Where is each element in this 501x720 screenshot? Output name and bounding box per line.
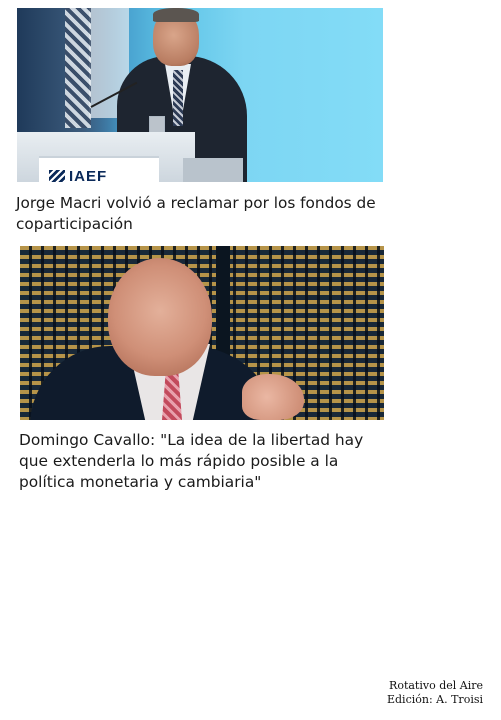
man-head bbox=[108, 258, 212, 376]
article-headline[interactable]: Domingo Cavallo: "La idea de la libertad… bbox=[19, 430, 384, 493]
credit-editor: Edición: A. Troisi bbox=[386, 693, 483, 706]
article-headline[interactable]: Jorge Macri volvió a reclamar por los fo… bbox=[16, 193, 376, 235]
article-photo[interactable]: IAEF bbox=[17, 8, 383, 182]
background-tie bbox=[65, 8, 91, 128]
speaker-hair bbox=[153, 8, 199, 22]
iaef-logo-mark-icon bbox=[49, 170, 65, 182]
credit-publication: Rotativo del Aire bbox=[389, 679, 483, 692]
speaker-tie bbox=[173, 70, 183, 126]
article-photo[interactable] bbox=[20, 246, 384, 420]
podium-side bbox=[183, 158, 243, 182]
article-domingo-cavallo[interactable]: Domingo Cavallo: "La idea de la libertad… bbox=[16, 246, 386, 493]
article-jorge-macri[interactable]: IAEF Jorge Macri volvió a reclamar por l… bbox=[16, 8, 386, 235]
podium-logo-text: IAEF bbox=[69, 168, 108, 182]
edition-credit: Rotativo del Aire Edición: A. Troisi bbox=[387, 679, 483, 707]
